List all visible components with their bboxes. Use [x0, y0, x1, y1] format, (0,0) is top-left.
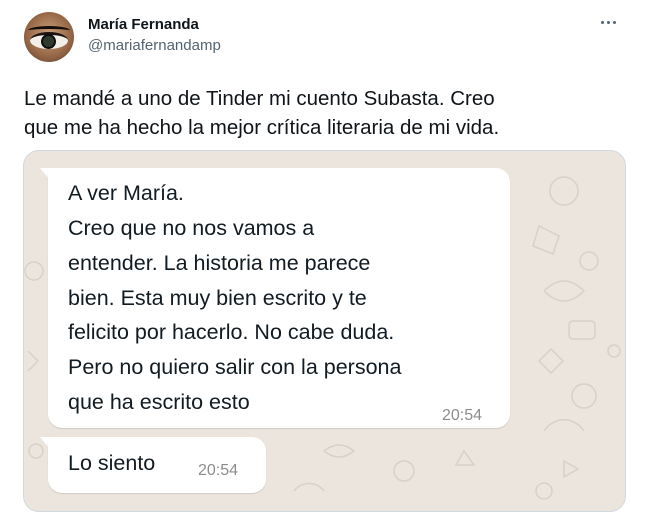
tweet-image[interactable]: A ver María. Creo que no nos vamos a ent… — [23, 150, 626, 512]
more-options-icon[interactable] — [596, 12, 620, 32]
user-handle[interactable]: @mariafernandamp — [88, 37, 221, 54]
message-line: felicito por hacerlo. No cabe duda. — [68, 320, 395, 344]
message-text: Lo siento — [68, 451, 156, 475]
display-name[interactable]: María Fernanda — [88, 16, 199, 33]
message-line: entender. La historia me parece — [68, 251, 371, 275]
message-line: bien. Esta muy bien escrito y te — [68, 286, 367, 310]
tweet-text-line: que me ha hecho la mejor crítica literar… — [24, 116, 500, 139]
tweet-text: Le mandé a uno de Tinder mi cuento Subas… — [24, 84, 624, 142]
message-line: Creo que no nos vamos a — [68, 216, 315, 240]
chat-message-bubble[interactable]: A ver María. Creo que no nos vamos a ent… — [48, 168, 510, 428]
chat-message-bubble[interactable]: Lo siento 20:54 — [48, 437, 266, 493]
message-line: Pero no quiero salir con la persona — [68, 355, 402, 379]
message-timestamp: 20:54 — [442, 407, 483, 424]
avatar-iris — [41, 34, 56, 49]
message-line: A ver María. — [68, 181, 184, 205]
message-timestamp: 20:54 — [198, 462, 239, 479]
avatar[interactable] — [24, 12, 74, 62]
tweet-text-line: Le mandé a uno de Tinder mi cuento Subas… — [24, 87, 495, 110]
message-line: que ha escrito esto — [68, 390, 250, 414]
